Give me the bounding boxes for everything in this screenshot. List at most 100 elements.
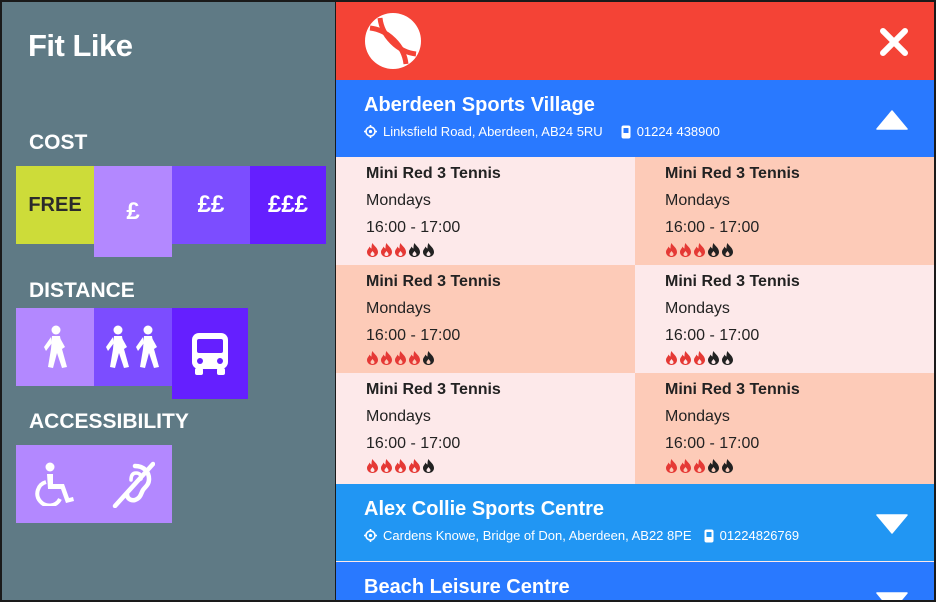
flame-filled-icon <box>694 243 705 257</box>
session-card[interactable]: Mini Red 3 Tennis Mondays 16:00 - 17:00 <box>635 157 934 265</box>
flame-filled-icon <box>694 351 705 365</box>
intensity-rating <box>665 459 934 473</box>
intensity-rating <box>665 351 934 365</box>
session-name: Mini Red 3 Tennis <box>665 273 800 290</box>
flame-filled-icon <box>395 243 406 257</box>
session-card[interactable]: Mini Red 3 Tennis Mondays 16:00 - 17:00 <box>635 265 934 373</box>
session-card[interactable]: Mini Red 3 Tennis Mondays 16:00 - 17:00 <box>336 373 635 484</box>
session-name: Mini Red 3 Tennis <box>665 381 800 398</box>
filter-sidebar: Fit Like COST FREE £ ££ £££ DISTANCE ACC… <box>2 2 335 600</box>
flame-filled-icon <box>680 459 691 473</box>
accessibility-wheelchair-button[interactable] <box>16 445 94 523</box>
session-name: Mini Red 3 Tennis <box>665 165 800 182</box>
flame-empty-icon <box>722 243 733 257</box>
flame-filled-icon <box>381 459 392 473</box>
cost-title: COST <box>29 131 88 154</box>
venue-name: Aberdeen Sports Village <box>364 94 595 116</box>
session-name: Mini Red 3 Tennis <box>366 381 501 398</box>
session-time: 16:00 - 17:00 <box>665 327 760 344</box>
flame-filled-icon <box>367 351 378 365</box>
session-day: Mondays <box>665 300 730 317</box>
cost-low-button[interactable]: £ <box>94 166 172 257</box>
session-day: Mondays <box>665 192 730 209</box>
flame-filled-icon <box>666 243 677 257</box>
flame-empty-icon <box>722 351 733 365</box>
expand-arrow-icon[interactable] <box>876 514 908 534</box>
intensity-rating <box>665 243 934 257</box>
session-time: 16:00 - 17:00 <box>665 219 760 236</box>
flame-empty-icon <box>708 243 719 257</box>
flame-filled-icon <box>409 351 420 365</box>
phone-icon <box>704 529 714 542</box>
flame-filled-icon <box>367 243 378 257</box>
session-time: 16:00 - 17:00 <box>366 435 461 452</box>
two-walkers-icon <box>106 325 159 368</box>
expand-arrow-icon[interactable] <box>876 592 908 602</box>
flame-filled-icon <box>381 243 392 257</box>
distance-group-walk-button[interactable] <box>94 308 172 386</box>
cost-free-button[interactable]: FREE <box>16 166 94 244</box>
venue-header-beach-leisure-centre[interactable]: Beach Leisure Centre <box>336 562 934 602</box>
session-card[interactable]: Mini Red 3 Tennis Mondays 16:00 - 17:00 <box>336 157 635 265</box>
session-name: Mini Red 3 Tennis <box>366 273 501 290</box>
cost-medium-button[interactable]: ££ <box>172 166 250 244</box>
session-day: Mondays <box>366 300 431 317</box>
accessibility-hearing-button[interactable] <box>94 445 172 523</box>
intensity-rating <box>366 351 635 365</box>
collapse-arrow-icon[interactable] <box>876 110 908 130</box>
venue-header-alex-collie-sports-centre[interactable]: Alex Collie Sports Centre Cardens Knowe,… <box>336 484 934 561</box>
venue-name: Beach Leisure Centre <box>364 576 570 598</box>
flame-filled-icon <box>680 243 691 257</box>
intensity-rating <box>366 459 635 473</box>
app-logo: Fit Like <box>28 28 133 63</box>
hearing-loop-icon <box>112 461 155 508</box>
cost-free-label: FREE <box>28 193 82 216</box>
distance-bus-button[interactable] <box>172 308 248 399</box>
flame-empty-icon <box>708 351 719 365</box>
session-day: Mondays <box>665 408 730 425</box>
flame-filled-icon <box>680 351 691 365</box>
flame-filled-icon <box>395 351 406 365</box>
flame-filled-icon <box>381 351 392 365</box>
session-time: 16:00 - 17:00 <box>366 219 461 236</box>
venue-name: Alex Collie Sports Centre <box>364 498 605 520</box>
session-time: 16:00 - 17:00 <box>366 327 461 344</box>
venue-panel: Aberdeen Sports Village Linksfield Road,… <box>336 2 934 602</box>
flame-empty-icon <box>708 459 719 473</box>
walking-person-icon <box>44 325 67 368</box>
cost-high-label: £££ <box>267 191 309 218</box>
session-time: 16:00 - 17:00 <box>665 435 760 452</box>
panel-header <box>336 2 934 80</box>
venue-address: Linksfield Road, Aberdeen, AB24 5RU <box>383 124 603 139</box>
cost-medium-label: ££ <box>197 191 225 218</box>
accessibility-title: ACCESSIBILITY <box>29 410 189 433</box>
flame-empty-icon <box>423 351 434 365</box>
flame-empty-icon <box>423 459 434 473</box>
distance-walk-button[interactable] <box>16 308 94 386</box>
venue-details: Cardens Knowe, Bridge of Don, Aberdeen, … <box>364 528 799 543</box>
cost-low-label: £ <box>126 197 140 225</box>
flame-empty-icon <box>722 459 733 473</box>
flame-empty-icon <box>409 243 420 257</box>
location-icon <box>364 125 377 138</box>
venue-details: Linksfield Road, Aberdeen, AB24 5RU 0122… <box>364 124 720 139</box>
close-icon[interactable] <box>880 28 908 56</box>
tennis-ball-icon <box>365 13 421 69</box>
session-card[interactable]: Mini Red 3 Tennis Mondays 16:00 - 17:00 <box>336 265 635 373</box>
venue-header-aberdeen-sports-village[interactable]: Aberdeen Sports Village Linksfield Road,… <box>336 80 934 157</box>
flame-filled-icon <box>395 459 406 473</box>
cost-high-button[interactable]: £££ <box>250 166 326 244</box>
venue-address: Cardens Knowe, Bridge of Don, Aberdeen, … <box>383 528 692 543</box>
bus-icon <box>192 332 228 375</box>
session-name: Mini Red 3 Tennis <box>366 165 501 182</box>
session-card[interactable]: Mini Red 3 Tennis Mondays 16:00 - 17:00 <box>635 373 934 484</box>
venue-phone: 01224 438900 <box>636 124 720 139</box>
location-icon <box>364 529 377 542</box>
flame-filled-icon <box>694 459 705 473</box>
flame-filled-icon <box>666 351 677 365</box>
flame-filled-icon <box>409 459 420 473</box>
flame-filled-icon <box>666 459 677 473</box>
session-day: Mondays <box>366 192 431 209</box>
wheelchair-icon <box>35 462 74 506</box>
app-frame: Fit Like COST FREE £ ££ £££ DISTANCE ACC… <box>0 0 936 602</box>
